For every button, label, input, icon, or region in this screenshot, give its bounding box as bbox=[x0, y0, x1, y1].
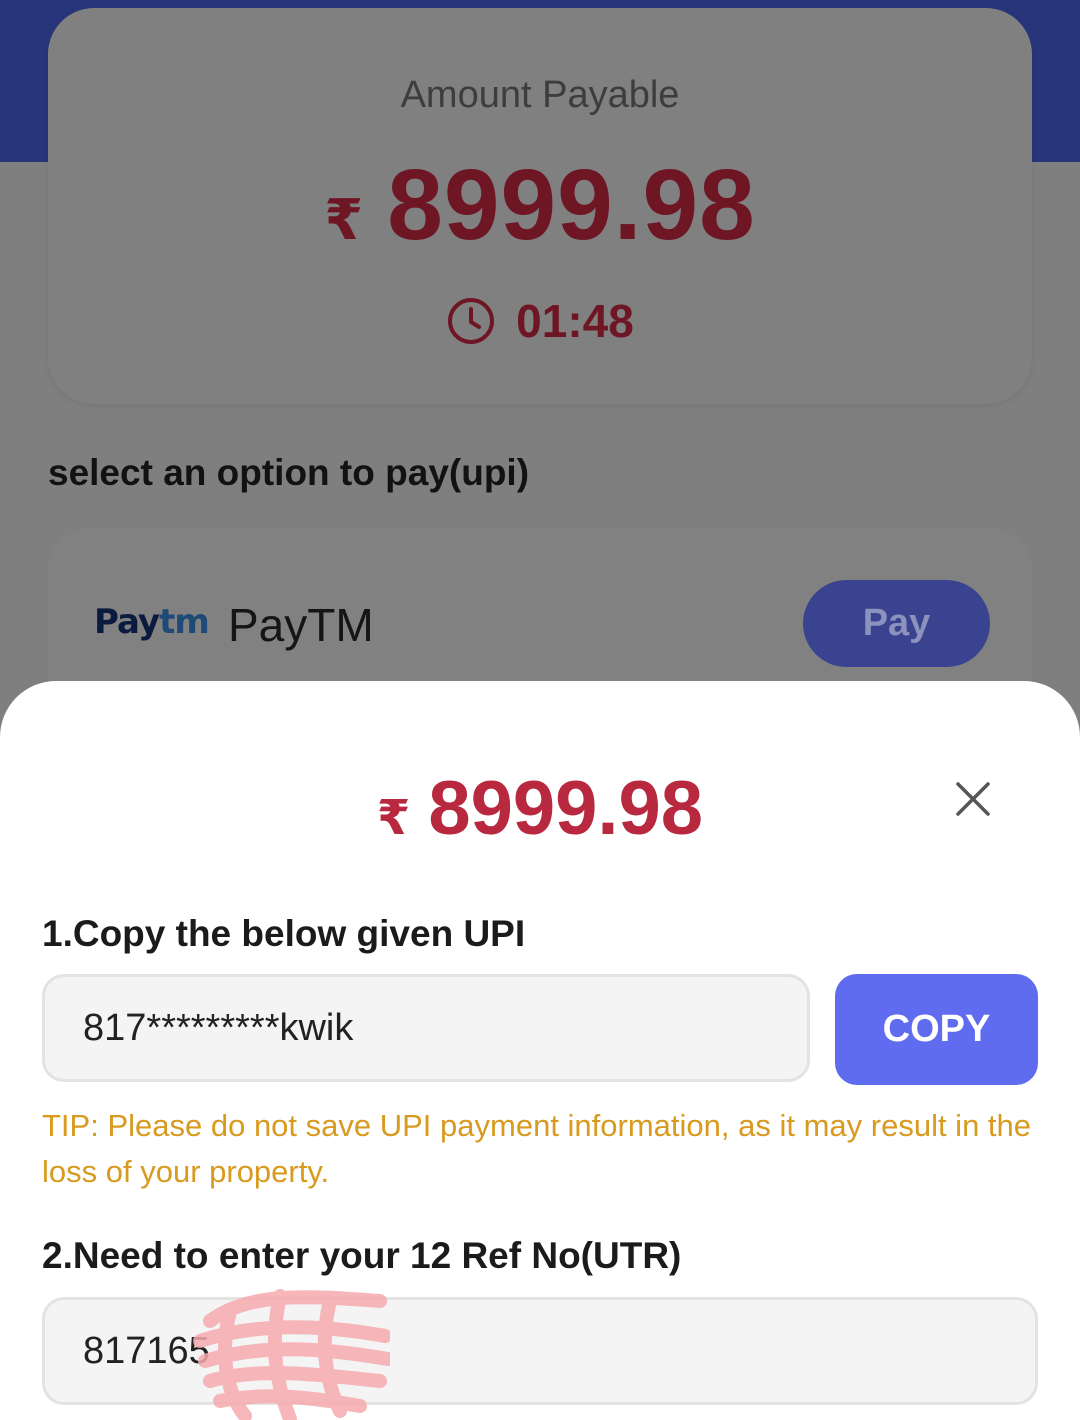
sheet-currency-symbol: ₹ bbox=[376, 792, 411, 845]
amount-value: 8999.98 bbox=[387, 149, 756, 261]
step2-title: 2.Need to enter your 12 Ref No(UTR) bbox=[42, 1235, 682, 1276]
paytm-logo-part1: Pay bbox=[94, 602, 160, 642]
pay-button[interactable]: Pay bbox=[803, 580, 990, 667]
section-title: select an option to pay(upi) bbox=[48, 452, 530, 493]
countdown-timer: 01:48 bbox=[48, 294, 1032, 348]
sheet-amount: ₹ 8999.98 bbox=[0, 765, 1080, 852]
clock-icon bbox=[448, 298, 495, 344]
amount-display: ₹ 8999.98 bbox=[48, 148, 1032, 263]
payment-sheet: ₹ 8999.98 1.Copy the below given UPI 817… bbox=[0, 681, 1080, 1420]
amount-label: Amount Payable bbox=[400, 74, 680, 116]
paytm-logo-part2: tm bbox=[159, 602, 210, 642]
sheet-amount-value: 8999.98 bbox=[428, 766, 704, 851]
tip-text: TIP: Please do not save UPI payment info… bbox=[42, 1108, 1032, 1189]
currency-symbol: ₹ bbox=[324, 188, 364, 251]
copy-button[interactable]: COPY bbox=[835, 974, 1038, 1085]
payment-option-name: PayTM bbox=[228, 599, 374, 651]
upi-field[interactable]: 817*********kwik bbox=[42, 974, 810, 1082]
upi-value: 817*********kwik bbox=[83, 1006, 354, 1049]
close-icon[interactable] bbox=[953, 779, 993, 819]
amount-card: Amount Payable ₹ 8999.98 01:48 bbox=[48, 8, 1032, 404]
redaction-scribble bbox=[193, 1289, 390, 1420]
paytm-logo: Paytm bbox=[94, 602, 210, 642]
step1-title: 1.Copy the below given UPI bbox=[42, 913, 526, 954]
timer-value: 01:48 bbox=[516, 295, 634, 347]
